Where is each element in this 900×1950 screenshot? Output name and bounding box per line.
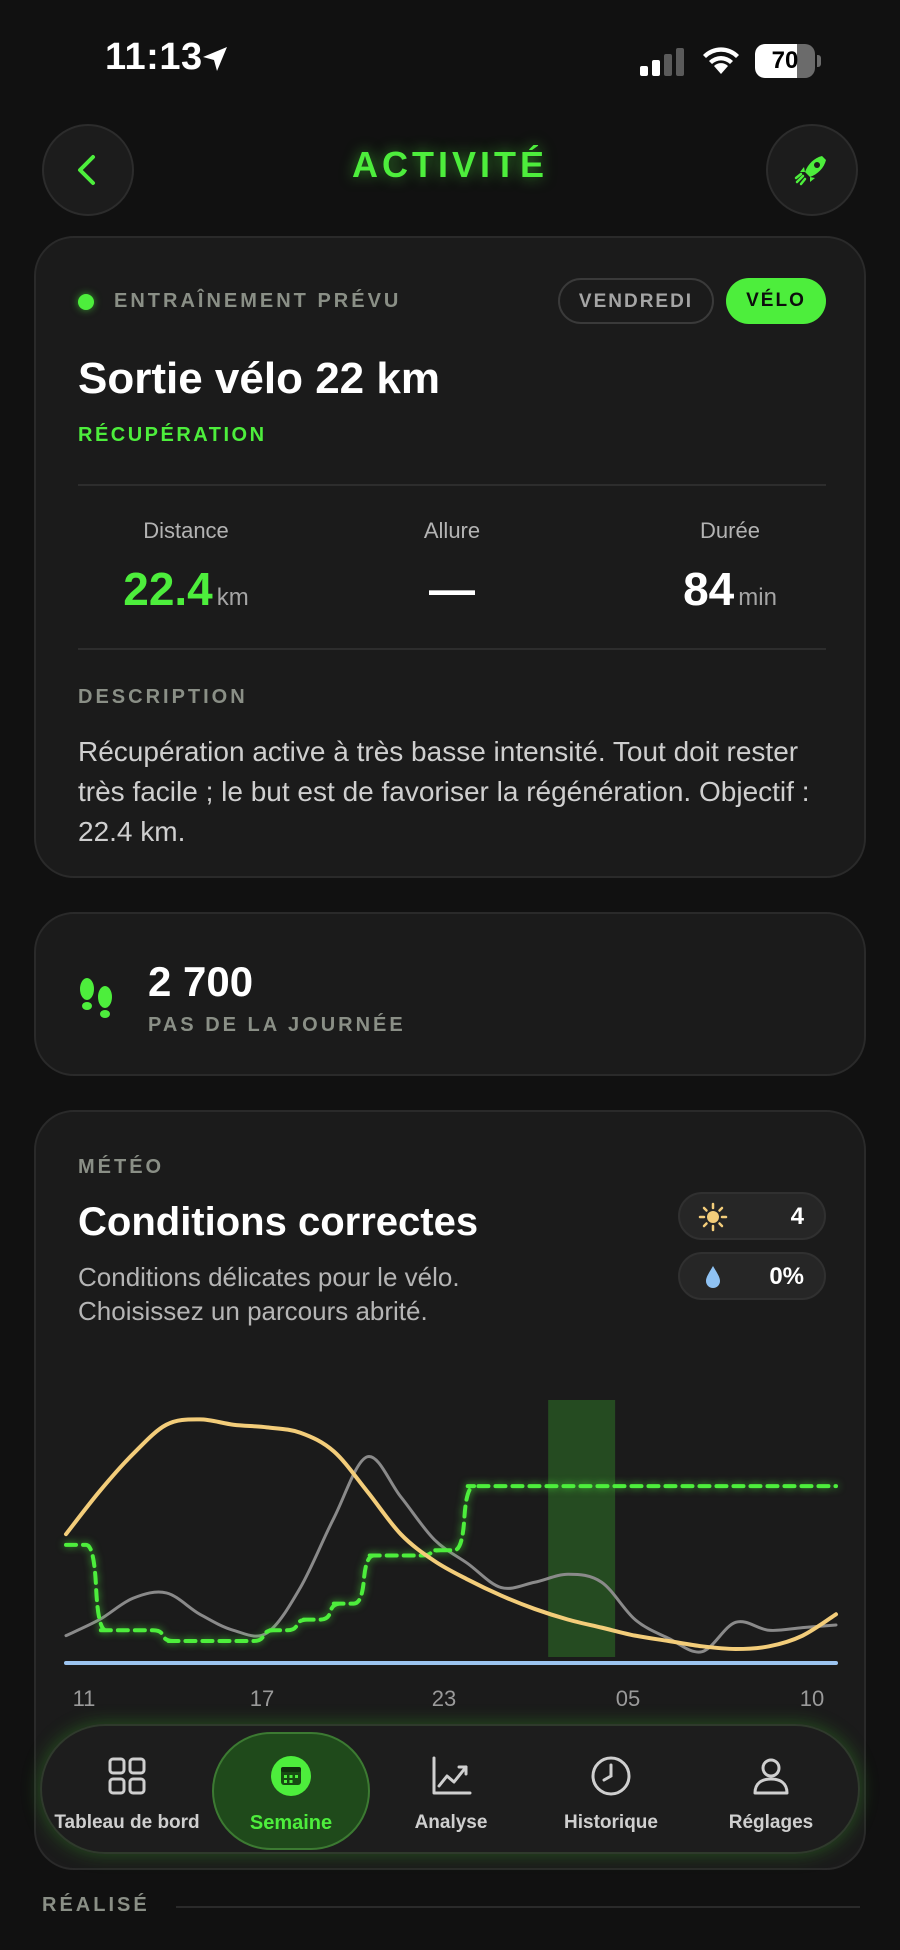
nav-label: Semaine	[249, 1812, 333, 1834]
bottom-navigation: Tableau de bord Semaine Analyse Historiq…	[40, 1724, 860, 1854]
battery-percent: 70	[771, 47, 799, 74]
battery-indicator: 70	[755, 44, 821, 78]
weather-chart	[64, 1400, 838, 1665]
description-label: DESCRIPTION	[78, 686, 248, 708]
chevron-left-icon	[78, 155, 95, 185]
metric-value: —	[429, 563, 475, 615]
uv-index-pill: 4	[678, 1192, 826, 1240]
planned-workout-label: ENTRAÎNEMENT PRÉVU	[114, 290, 402, 312]
nav-tab-dashboard[interactable]: Tableau de bord	[52, 1726, 202, 1856]
metric-value: 22.4 km	[123, 563, 249, 615]
back-button[interactable]	[42, 124, 134, 216]
metric-unit: km	[216, 584, 249, 611]
sun-icon	[698, 1202, 728, 1232]
user-icon	[753, 1758, 789, 1795]
calendar-icon	[271, 1756, 311, 1796]
sport-chip: VÉLO	[726, 278, 826, 324]
planned-workout-card[interactable]: ENTRAÎNEMENT PRÉVU VENDREDI VÉLO Sortie …	[34, 236, 866, 878]
chart-x-tick-label: 17	[249, 1686, 275, 1711]
status-bar: 11:13 70	[0, 0, 900, 120]
completed-section-label: RÉALISÉ	[42, 1894, 150, 1916]
metric-label: Durée	[700, 518, 760, 543]
nav-label: Historique	[564, 1812, 658, 1833]
steps-card[interactable]: 2 700 PAS DE LA JOURNÉE	[34, 912, 866, 1076]
metric-unit: min	[738, 584, 777, 611]
clock: 11:13	[105, 36, 203, 78]
clock-icon	[591, 1756, 631, 1796]
nav-label: Analyse	[414, 1812, 488, 1833]
divider	[78, 484, 826, 486]
water-drop-icon	[706, 1266, 720, 1288]
status-dot	[78, 294, 94, 310]
metric-duration: Durée 84 min	[610, 518, 850, 616]
page-title: ACTIVITÉ	[351, 144, 548, 185]
grid-icon	[108, 1757, 146, 1795]
steps-label: PAS DE LA JOURNÉE	[148, 1014, 406, 1036]
workout-description: Récupération active à très basse intensi…	[78, 736, 810, 847]
divider	[176, 1906, 860, 1908]
nav-tab-analysis[interactable]: Analyse	[376, 1726, 526, 1856]
rain-probability-value: 0%	[769, 1263, 804, 1290]
metric-pace: Allure —	[332, 518, 572, 616]
nav-tab-history[interactable]: Historique	[536, 1726, 686, 1856]
metric-distance: Distance 22.4 km	[66, 518, 306, 616]
nav-tab-settings[interactable]: Réglages	[696, 1726, 846, 1856]
divider	[78, 648, 826, 650]
chart-x-tick-label: 10	[799, 1686, 825, 1711]
weather-description: Conditions délicates pour le vélo. Chois…	[78, 1262, 460, 1326]
metric-label: Allure	[423, 518, 481, 543]
chart-series-dashed-green	[64, 1484, 838, 1643]
chart-x-tick-label: 23	[431, 1686, 457, 1711]
rain-probability-pill: 0%	[678, 1252, 826, 1300]
day-chip: VENDREDI	[558, 278, 714, 324]
location-arrow-icon	[203, 47, 227, 71]
chart-x-tick-label: 05	[615, 1686, 641, 1711]
nav-tab-week[interactable]: Semaine	[216, 1726, 366, 1856]
uv-index-value: 4	[790, 1203, 804, 1230]
weather-title: Conditions correctes	[78, 1200, 479, 1244]
workout-type: RÉCUPÉRATION	[78, 424, 267, 446]
metric-value: 84 min	[683, 563, 777, 615]
nav-label: Réglages	[728, 1812, 814, 1833]
chart-trend-icon	[432, 1756, 472, 1795]
steps-count: 2 700	[148, 958, 254, 1005]
nav-label: Tableau de bord	[54, 1812, 200, 1833]
workout-title: Sortie vélo 22 km	[78, 354, 440, 403]
weather-section-label: MÉTÉO	[78, 1156, 165, 1178]
rocket-button[interactable]	[766, 124, 858, 216]
chart-series-solid-yellow	[64, 1417, 838, 1651]
footsteps-icon	[80, 978, 112, 1018]
wifi-icon	[703, 47, 739, 74]
cellular-signal-icon	[640, 48, 684, 76]
metric-label: Distance	[143, 518, 229, 543]
chart-x-tick-label: 11	[72, 1686, 96, 1711]
rocket-icon	[794, 156, 826, 186]
